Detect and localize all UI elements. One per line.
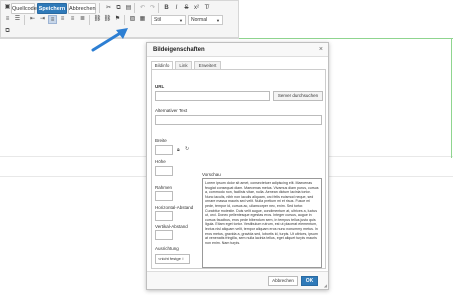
toolbar-separator	[134, 3, 135, 13]
horizontal-spacing-input[interactable]	[155, 211, 173, 221]
cut-icon[interactable]: ✂	[104, 4, 113, 13]
preview-text: Lorem ipsum dolor sit amet, consectetuer…	[205, 181, 319, 245]
superscript-icon[interactable]: x²	[192, 4, 201, 13]
width-input[interactable]	[155, 145, 173, 155]
style-select-value: Stil	[154, 17, 161, 23]
align-right-icon[interactable]: ≡	[68, 15, 77, 24]
italic-icon[interactable]: I	[172, 4, 181, 13]
height-label: Höhe	[155, 159, 166, 164]
dialog-cancel-button[interactable]: Abbrechen	[268, 276, 298, 286]
toolbar-separator	[99, 3, 100, 13]
border-input[interactable]	[155, 191, 173, 201]
toolbar-separator	[89, 15, 90, 25]
anchor-flag-icon[interactable]: ⚑	[113, 15, 122, 24]
browse-server-button[interactable]: Server durchsuchen	[273, 91, 323, 101]
unlink-icon[interactable]: ⛓	[103, 15, 112, 24]
bold-icon[interactable]: B	[162, 4, 171, 13]
image-properties-dialog: Bildeigenschaften × Bildinfo Link Erweit…	[146, 42, 329, 290]
alt-text-label: Alternativer Text	[155, 108, 188, 113]
format-select[interactable]: Normal ▼	[188, 15, 223, 25]
dialog-title-bar: Bildeigenschaften ×	[147, 43, 328, 57]
chevron-down-icon: ▼	[216, 18, 220, 23]
editable-area-border	[451, 38, 452, 158]
table-icon[interactable]: ▦	[138, 15, 147, 24]
align-left-icon[interactable]: ≡	[48, 15, 57, 24]
toolbar-separator	[124, 15, 125, 25]
url-input[interactable]	[155, 91, 270, 101]
format-select-value: Normal	[191, 17, 208, 23]
dialog-ok-button[interactable]: OK	[301, 276, 318, 286]
reset-size-icon[interactable]: ↻	[185, 146, 189, 152]
dialog-footer: Abbrechen OK ◢	[147, 271, 328, 289]
strikethrough-icon[interactable]: S	[182, 4, 191, 13]
height-input[interactable]	[155, 166, 173, 176]
image-info-panel: URL Server durchsuchen Alternativer Text…	[151, 69, 326, 269]
alignment-select[interactable]: <nicht festge ↕	[155, 254, 190, 264]
paste-icon[interactable]: ▤	[124, 4, 133, 13]
remove-format-icon[interactable]: T̸	[202, 4, 211, 13]
bulleted-list-icon[interactable]: ☰	[13, 15, 22, 24]
image-icon[interactable]: ▨	[128, 15, 137, 24]
vertical-spacing-input[interactable]	[155, 230, 173, 240]
copy-icon[interactable]: ⧉	[114, 4, 123, 13]
alignment-label: Ausrichtung	[155, 246, 179, 251]
save-button[interactable]: Speichern	[37, 3, 67, 14]
annotation-arrow-icon	[91, 28, 128, 52]
url-label: URL	[155, 84, 165, 89]
page: ▣ Quellcode Speichern Abbrechen ✂ ⧉ ▤ ↶ …	[0, 0, 453, 295]
maximize-icon[interactable]: ⧉	[3, 27, 12, 36]
align-justify-icon[interactable]: ≣	[78, 15, 87, 24]
width-label: Breite	[155, 138, 167, 143]
align-center-icon[interactable]: ≡	[58, 15, 67, 24]
dialog-title: Bildeigenschaften	[153, 47, 205, 53]
editable-area-border	[239, 38, 453, 39]
close-icon[interactable]: ×	[319, 43, 323, 57]
numbered-list-icon[interactable]: ≡	[3, 15, 12, 24]
indent-icon[interactable]: ⇥	[38, 15, 47, 24]
style-select[interactable]: Stil ▼	[151, 15, 186, 25]
undo-icon[interactable]: ↶	[138, 4, 147, 13]
source-button[interactable]: Quellcode	[11, 3, 37, 14]
preview-box: Lorem ipsum dolor sit amet, consectetuer…	[202, 178, 322, 268]
alt-text-input[interactable]	[155, 115, 322, 125]
toolbar-separator	[158, 3, 159, 13]
editor: ▣ Quellcode Speichern Abbrechen ✂ ⧉ ▤ ↶ …	[0, 0, 453, 158]
chevron-down-icon: ▼	[179, 18, 183, 23]
toolbar-separator	[24, 15, 25, 25]
redo-icon[interactable]: ↷	[148, 4, 157, 13]
cancel-button[interactable]: Abbrechen	[68, 3, 96, 14]
resize-handle-icon[interactable]: ◢	[324, 283, 327, 288]
lock-icon[interactable]: 🔒︎	[177, 147, 180, 153]
outdent-icon[interactable]: ⇤	[28, 15, 37, 24]
link-icon[interactable]: ⛓	[93, 15, 102, 24]
